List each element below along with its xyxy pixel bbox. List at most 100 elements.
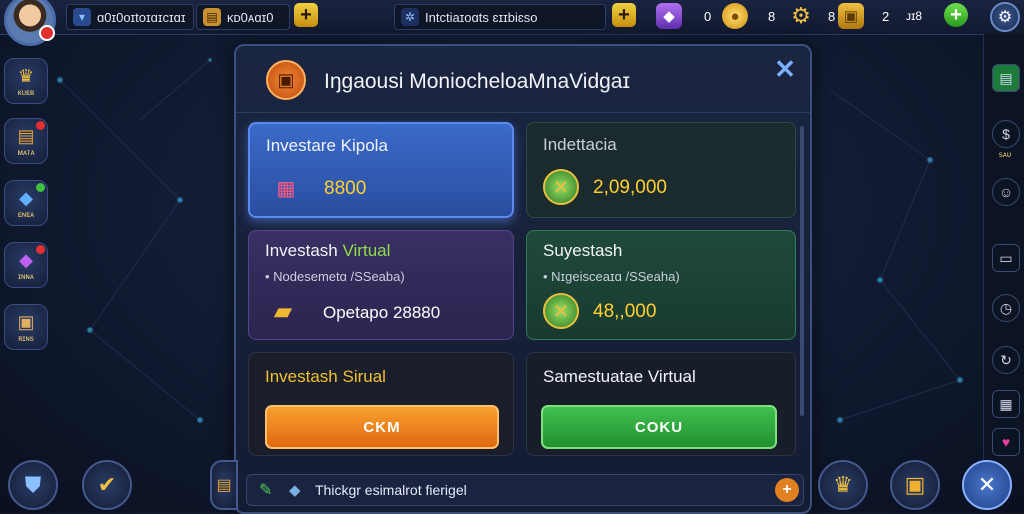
crate-icon: ▣ [17, 311, 35, 332]
card-title: Samestuatae Virtual [543, 367, 696, 386]
network-icon: ✲ [401, 8, 419, 26]
green-action-button[interactable]: COKU [541, 405, 777, 449]
add-icon[interactable]: + [775, 478, 799, 502]
badge [36, 183, 45, 192]
investment-dialog: ▣ Iŋgaousi MoniocheloaMnaVidgaɪ ✕ Invest… [234, 44, 812, 514]
card-title: Indettacia [543, 135, 617, 154]
refresh-icon[interactable]: ↻ [992, 346, 1020, 374]
crown-chest-button[interactable]: ♛ [818, 460, 868, 510]
footer-text: Thickgr esimalrot fierigel [315, 482, 467, 498]
extra-resource: ᴊɪ8 [906, 2, 922, 30]
battle-button[interactable]: ✕ [962, 460, 1012, 510]
coin-icon: ✕ [543, 169, 579, 205]
gear-currency: 8 [828, 8, 836, 24]
settings-gear-icon: ⚙ [997, 9, 1013, 26]
chest-icon: ▤ [216, 477, 232, 494]
gift-button[interactable]: ▣ [890, 460, 940, 510]
bag-icon[interactable]: ♥ [992, 428, 1020, 456]
sidebar-caption: ʀɪɴs [18, 333, 34, 343]
scrollbar[interactable] [800, 126, 804, 416]
dialog-header: ▣ Iŋgaousi MoniocheloaMnaVidgaɪ ✕ [236, 46, 810, 113]
box-resource: ▣ 2 [838, 2, 889, 30]
gear-icon: ⚙ [791, 3, 811, 28]
gem-count: 0 [704, 8, 712, 24]
chevron-down-icon: ▾ [73, 8, 91, 26]
coin-icon[interactable]: $ [992, 120, 1020, 148]
gift-icon: ▣ [904, 472, 926, 497]
close-icon: ✕ [774, 53, 796, 84]
card-title: Suyestash [543, 241, 623, 260]
card-value: Opetapo 28880 [323, 303, 441, 322]
cube-icon: ◆ [19, 187, 33, 208]
gem-resource: ◆ 0 [656, 2, 711, 30]
investment-card[interactable]: Indettacia ✕ 2,09,000 [526, 122, 796, 218]
coin-icon: ✕ [543, 293, 579, 329]
investment-card[interactable]: Suyestash • Nɪgeisceaɪɑ /SSeaha) ✕ 48,,0… [526, 230, 796, 340]
footer-bar[interactable]: ✎ ◆ Thickgr esimalrot fierigel + [246, 474, 804, 506]
screen-icon[interactable]: ▤ [992, 64, 1020, 92]
player-name-pill[interactable]: ▾ ɑ0ɪ0oɪtoɪɑɪcɪɑɪ [66, 4, 194, 30]
investment-card[interactable]: Investare Kipola ▦ 8800 [248, 122, 514, 218]
dialog-title: Iŋgaousi MoniocheloaMnaVidgaɪ [324, 70, 630, 93]
resource-pill-label: ᴋᴅ0ᴀɑɪ0 [227, 9, 274, 25]
board-icon[interactable]: ▭ [992, 244, 1020, 272]
card-value: 48,,000 [593, 301, 657, 322]
avatar[interactable] [4, 0, 56, 46]
card-title: Investash Virtual [265, 241, 391, 260]
sidebar-item-cube[interactable]: ◆ ᴇɴᴇᴀ [4, 180, 48, 226]
settings-button[interactable]: ⚙ [990, 2, 1020, 32]
orange-action-button[interactable]: CKM [265, 405, 499, 449]
add-currency-button[interactable]: + [944, 3, 968, 27]
gear-resource: ⚙ 8 [788, 2, 835, 30]
sidebar-item-purple-box[interactable]: ◆ ɪɴɴᴀ [4, 242, 48, 288]
gold-box-icon: ▣ [838, 3, 864, 29]
close-button[interactable]: ✕ [770, 54, 800, 84]
resource-pill: ▤ ᴋᴅ0ᴀɑɪ0 [196, 4, 290, 30]
pencil-icon: ✎ [259, 482, 273, 499]
card-subtitle: • Nɪgeisceaɪɑ /SSeaha) [543, 269, 680, 284]
event-pill[interactable]: ✲ Intctiaɪoɑts ɛɪɪbiɛso [394, 4, 606, 30]
chest-icon: ▤ [17, 125, 35, 146]
chat-icon[interactable]: ▦ [992, 390, 1020, 418]
ruby-crate-icon: ▦ [276, 177, 296, 200]
add-resource-button[interactable]: + [294, 3, 318, 27]
gold-bars-icon: ▰ [273, 297, 293, 325]
card-value: 2,09,000 [593, 177, 667, 198]
sidebar-caption: ᴇɴᴇᴀ [17, 209, 35, 219]
check-icon: ✔ [97, 472, 117, 497]
person-icon[interactable]: ☺ [992, 178, 1020, 206]
top-bar: ▾ ɑ0ɪ0oɪtoɪɑɪcɪɑɪ ▤ ᴋᴅ0ᴀɑɪ0 + ✲ Intctiaɪ… [0, 0, 1024, 35]
shield-button[interactable]: ⛊ [8, 460, 58, 510]
badge [36, 121, 45, 130]
coin-icon: ● [722, 3, 748, 29]
crossed-swords-icon: ✕ [977, 472, 997, 497]
card-title: Investare Kipola [266, 136, 388, 155]
chest-icon: ▣ [266, 60, 306, 100]
sidebar-item-crate[interactable]: ▣ ʀɪɴs [4, 304, 48, 350]
player-name: ɑ0ɪ0oɪtoɪɑɪcɪɑɪ [97, 9, 186, 25]
add-event-button[interactable]: + [612, 3, 636, 27]
cube-icon: ◆ [289, 482, 301, 499]
task-button[interactable]: ✔ [82, 460, 132, 510]
crown-icon: ♛ [833, 472, 853, 497]
sidebar-caption: ᴍᴀᴛᴀ [17, 147, 35, 157]
sidebar-caption: ᴋᴜᴇʙ [17, 87, 35, 97]
sidebar-item-chest[interactable]: ▤ ᴍᴀᴛᴀ [4, 118, 48, 164]
badge [36, 245, 45, 254]
card-title: Investash Sirual [265, 367, 386, 386]
clock-icon[interactable]: ◷ [992, 294, 1020, 322]
sidebar-item-crown[interactable]: ♛ ᴋᴜᴇʙ [4, 58, 48, 104]
partial-button[interactable]: ▤ [210, 460, 238, 510]
purple-box-icon: ◆ [19, 249, 33, 270]
investment-card: Samestuatae Virtual COKU [526, 352, 796, 456]
extra-currency: ᴊɪ8 [906, 9, 923, 23]
gold-resource: ● 8 [722, 2, 775, 30]
box-currency: 2 [882, 8, 890, 24]
investment-card[interactable]: Investash Virtual • Nodesemetɑ /SSeaba) … [248, 230, 514, 340]
crate-icon: ▤ [203, 8, 221, 26]
event-pill-label: Intctiaɪoɑts ɛɪɪbiɛso [425, 9, 538, 25]
card-subtitle: • Nodesemetɑ /SSeaba) [265, 269, 405, 284]
sidebar-caption: ɪɴɴᴀ [18, 271, 34, 281]
shield-icon: ⛊ [24, 472, 42, 497]
crown-icon: ♛ [17, 65, 35, 86]
